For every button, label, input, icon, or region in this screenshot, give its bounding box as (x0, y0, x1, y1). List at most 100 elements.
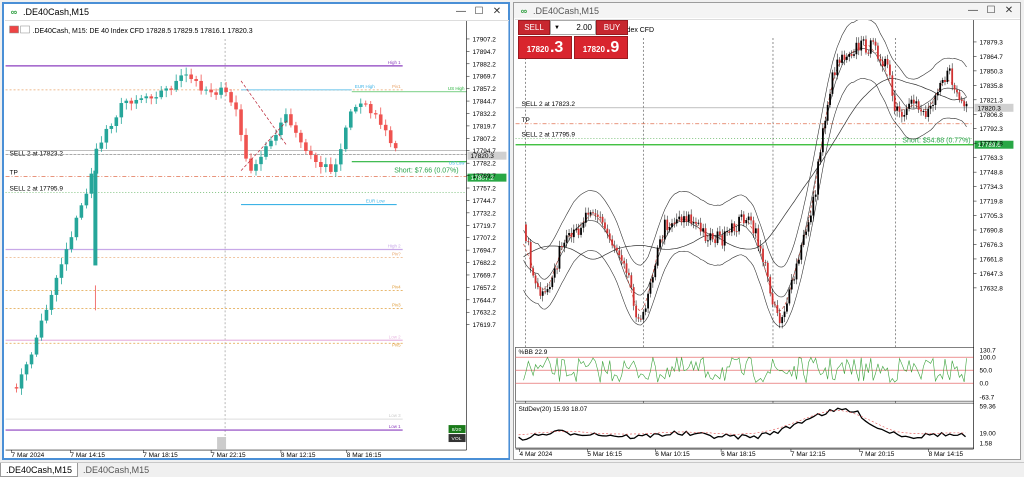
time-tick-label: 6 Mar 10:15 (655, 451, 690, 457)
sell-price-button[interactable]: 17820 .3 (518, 36, 572, 59)
candle (836, 59, 839, 76)
candle (373, 113, 378, 115)
candle (119, 103, 124, 118)
candle (798, 259, 800, 264)
chart-tab[interactable]: .DE40Cash,M15 (78, 463, 154, 477)
candle (874, 41, 877, 46)
candle (596, 214, 599, 217)
candle (592, 212, 594, 214)
price-tick-label: 17832.2 (473, 111, 497, 118)
chart-icon: ∞ (520, 5, 528, 16)
chevron-down-icon[interactable]: ▼ (554, 25, 560, 31)
candle (795, 263, 798, 280)
piv4-label: Piv4 (392, 284, 401, 289)
chart-icon: ∞ (10, 6, 18, 17)
price-tick-label: 17844.7 (473, 99, 497, 106)
candle (769, 276, 772, 294)
candle (651, 277, 654, 283)
candle (917, 101, 920, 110)
candle (960, 100, 963, 102)
candle (800, 244, 803, 260)
candle (733, 223, 736, 232)
candle (544, 291, 547, 293)
candle (582, 222, 585, 228)
candle (527, 241, 530, 243)
candle (948, 68, 951, 71)
candle (560, 246, 563, 248)
candle (786, 303, 788, 312)
time-tick-label: 7 Mar 22:15 (211, 452, 246, 458)
price-chart[interactable]: High 1 Piv1 EUR High US High SELL 2 at 17823… (5, 20, 509, 458)
candle (752, 220, 755, 234)
sell-level-b-label: SELL 2 at 17795.9 (10, 186, 64, 193)
candle (932, 105, 934, 107)
price-tick-label: 17869.7 (473, 74, 497, 81)
candle (855, 42, 858, 55)
minimize-icon[interactable]: — (964, 3, 982, 17)
candle (697, 222, 700, 224)
bb-scale-label: 130.7 (980, 348, 997, 355)
tp-label: TP (10, 170, 18, 177)
stddev-scale-label: 59.36 (980, 404, 997, 411)
candle (728, 231, 731, 233)
sell-button[interactable]: SELL (518, 20, 550, 35)
candle (74, 217, 79, 238)
chart-window-right[interactable]: ∞ .DE40Cash,M15 — ☐ ✕ SELL 2 at 17823.2 T… (513, 2, 1021, 460)
close-icon[interactable]: ✕ (488, 4, 506, 18)
price-chart[interactable]: SELL 2 at 17823.2 TP SELL 2 at 17795.9 1782… (515, 19, 1020, 457)
candle (946, 70, 949, 83)
candle (685, 216, 688, 222)
svg-text:.DE40Cash, M15: DE 40 Index C: .DE40Cash, M15: DE 40 Index CFD 17828.5 … (33, 28, 253, 35)
close-icon[interactable]: ✕ (1000, 3, 1018, 17)
minimize-icon[interactable]: — (452, 4, 470, 18)
price-tick-label: 17864.7 (980, 54, 1004, 61)
maximize-icon[interactable]: ☐ (982, 3, 1000, 17)
price-tick-label: 17669.7 (473, 272, 497, 279)
candle (224, 87, 228, 93)
candle (139, 98, 144, 100)
candle (54, 277, 59, 295)
candle (702, 228, 705, 232)
candle (587, 212, 590, 215)
tp-label: TP (522, 117, 530, 124)
bb-scale-label: 0.0 (980, 381, 989, 388)
candle (666, 219, 669, 231)
candle (723, 231, 726, 246)
candle (934, 95, 937, 106)
candle (680, 216, 683, 223)
title-bar[interactable]: ∞ .DE40Cash,M15 — ☐ ✕ (4, 4, 508, 19)
candle (179, 75, 183, 81)
buy-button[interactable]: BUY (596, 20, 628, 35)
price-tick-label: 17748.8 (980, 170, 1004, 177)
candle (549, 287, 551, 290)
candle (599, 216, 602, 218)
chart-tab[interactable]: .DE40Cash,M15 (0, 463, 79, 477)
buy-price-button[interactable]: 17820 .9 (574, 36, 628, 59)
bb-scale-label: 50.0 (980, 368, 993, 375)
candle (843, 54, 846, 60)
candle (129, 100, 134, 104)
title-bar[interactable]: ∞ .DE40Cash,M15 — ☐ ✕ (514, 3, 1020, 18)
maximize-icon[interactable]: ☐ (470, 4, 488, 18)
candle (565, 235, 568, 243)
candle (774, 304, 776, 306)
price-tick-label: 17690.8 (980, 228, 1004, 235)
chart-window-left[interactable]: ∞ .DE40Cash,M15 — ☐ ✕ High 1 Piv1 EUR High… (2, 2, 510, 460)
volume-input[interactable]: ▼ 2.00 (550, 20, 596, 35)
price-tick-label: 17661.8 (980, 256, 1004, 263)
price-tick-label: 17732.2 (473, 210, 497, 217)
price-tick-label: 17707.2 (473, 235, 497, 242)
candle (611, 239, 614, 246)
candle (963, 101, 966, 107)
candle (314, 155, 318, 162)
candle (154, 97, 159, 99)
price-tick-label: 17894.7 (473, 49, 497, 56)
candle (927, 108, 930, 117)
candle (912, 99, 915, 104)
time-tick-label: 7 Mar 2024 (12, 452, 45, 458)
candle (284, 114, 288, 123)
candle (368, 104, 373, 114)
high1-label: High 1 (388, 60, 401, 65)
candle (169, 88, 173, 90)
candle (704, 228, 707, 241)
